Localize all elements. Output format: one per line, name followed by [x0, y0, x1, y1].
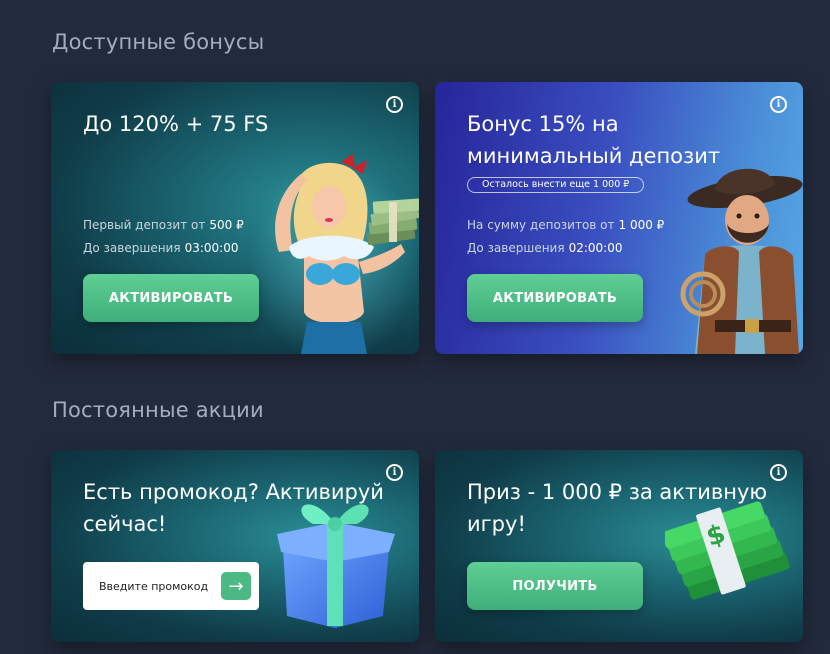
bonus-card-min-deposit: i Бонус 15% на минимальный депозит Остал…	[435, 82, 803, 354]
prize-card: $ i Приз - 1 000 ₽ за активную игру! ПОЛ…	[435, 450, 803, 642]
welcome-first-deposit-row: Первый депозит от 500 ₽	[83, 218, 244, 232]
prize-title: Приз - 1 000 ₽ за активную игру!	[467, 476, 767, 540]
welcome-activate-button[interactable]: АКТИВИРОВАТЬ	[83, 274, 259, 322]
promo-code-title: Есть промокод? Активируй сейчас!	[83, 476, 384, 540]
remaining-deposit-badge: Осталось внести еще 1 000 ₽	[467, 177, 645, 193]
welcome-countdown-label: До завершения	[83, 241, 181, 255]
promo-code-form: →	[83, 562, 259, 610]
section-title-permanent-promotions: Постоянные акции	[52, 398, 264, 422]
min-deposit-title-line2: минимальный депозит	[467, 144, 721, 168]
min-deposit-sum-value: 1 000 ₽	[618, 218, 665, 232]
min-deposit-sum-label: На сумму депозитов от	[467, 218, 615, 232]
prize-title-line2: игру!	[467, 512, 526, 536]
cowboy-illustration	[680, 168, 803, 354]
prize-info-icon[interactable]: i	[770, 464, 787, 481]
prize-claim-button[interactable]: ПОЛУЧИТЬ	[467, 562, 643, 610]
promo-code-input[interactable]	[83, 579, 208, 593]
welcome-bonus-title: До 120% + 75 FS	[83, 112, 269, 136]
welcome-info-icon[interactable]: i	[386, 96, 403, 113]
girl-with-money-illustration	[249, 154, 419, 354]
min-deposit-countdown-value: 02:00:00	[568, 241, 623, 255]
section-title-available-bonuses: Доступные бонусы	[52, 30, 265, 54]
promo-title-line1: Есть промокод? Активируй	[83, 480, 384, 504]
arrow-right-icon[interactable]: →	[221, 572, 251, 600]
min-deposit-bonus-title: Бонус 15% на минимальный депозит	[467, 108, 720, 172]
promo-code-card: i Есть промокод? Активируй сейчас! →	[51, 450, 419, 642]
promo-title-line2: сейчас!	[83, 512, 167, 536]
welcome-countdown-value: 03:00:00	[184, 241, 239, 255]
min-deposit-countdown-row: До завершения 02:00:00	[467, 241, 622, 255]
bonus-card-welcome: i До 120% + 75 FS Первый депозит от 500 ₽…	[51, 82, 419, 354]
promo-info-icon[interactable]: i	[386, 464, 403, 481]
min-deposit-countdown-label: До завершения	[467, 241, 565, 255]
welcome-first-deposit-value: 500 ₽	[209, 218, 244, 232]
welcome-countdown-row: До завершения 03:00:00	[83, 241, 238, 255]
min-deposit-info-icon[interactable]: i	[770, 96, 787, 113]
min-deposit-sum-row: На сумму депозитов от 1 000 ₽	[467, 218, 664, 232]
prize-title-line1: Приз - 1 000 ₽ за активную	[467, 480, 768, 504]
welcome-first-deposit-label: Первый депозит от	[83, 218, 206, 232]
min-deposit-title-line1: Бонус 15% на	[467, 112, 619, 136]
min-deposit-activate-button[interactable]: АКТИВИРОВАТЬ	[467, 274, 643, 322]
